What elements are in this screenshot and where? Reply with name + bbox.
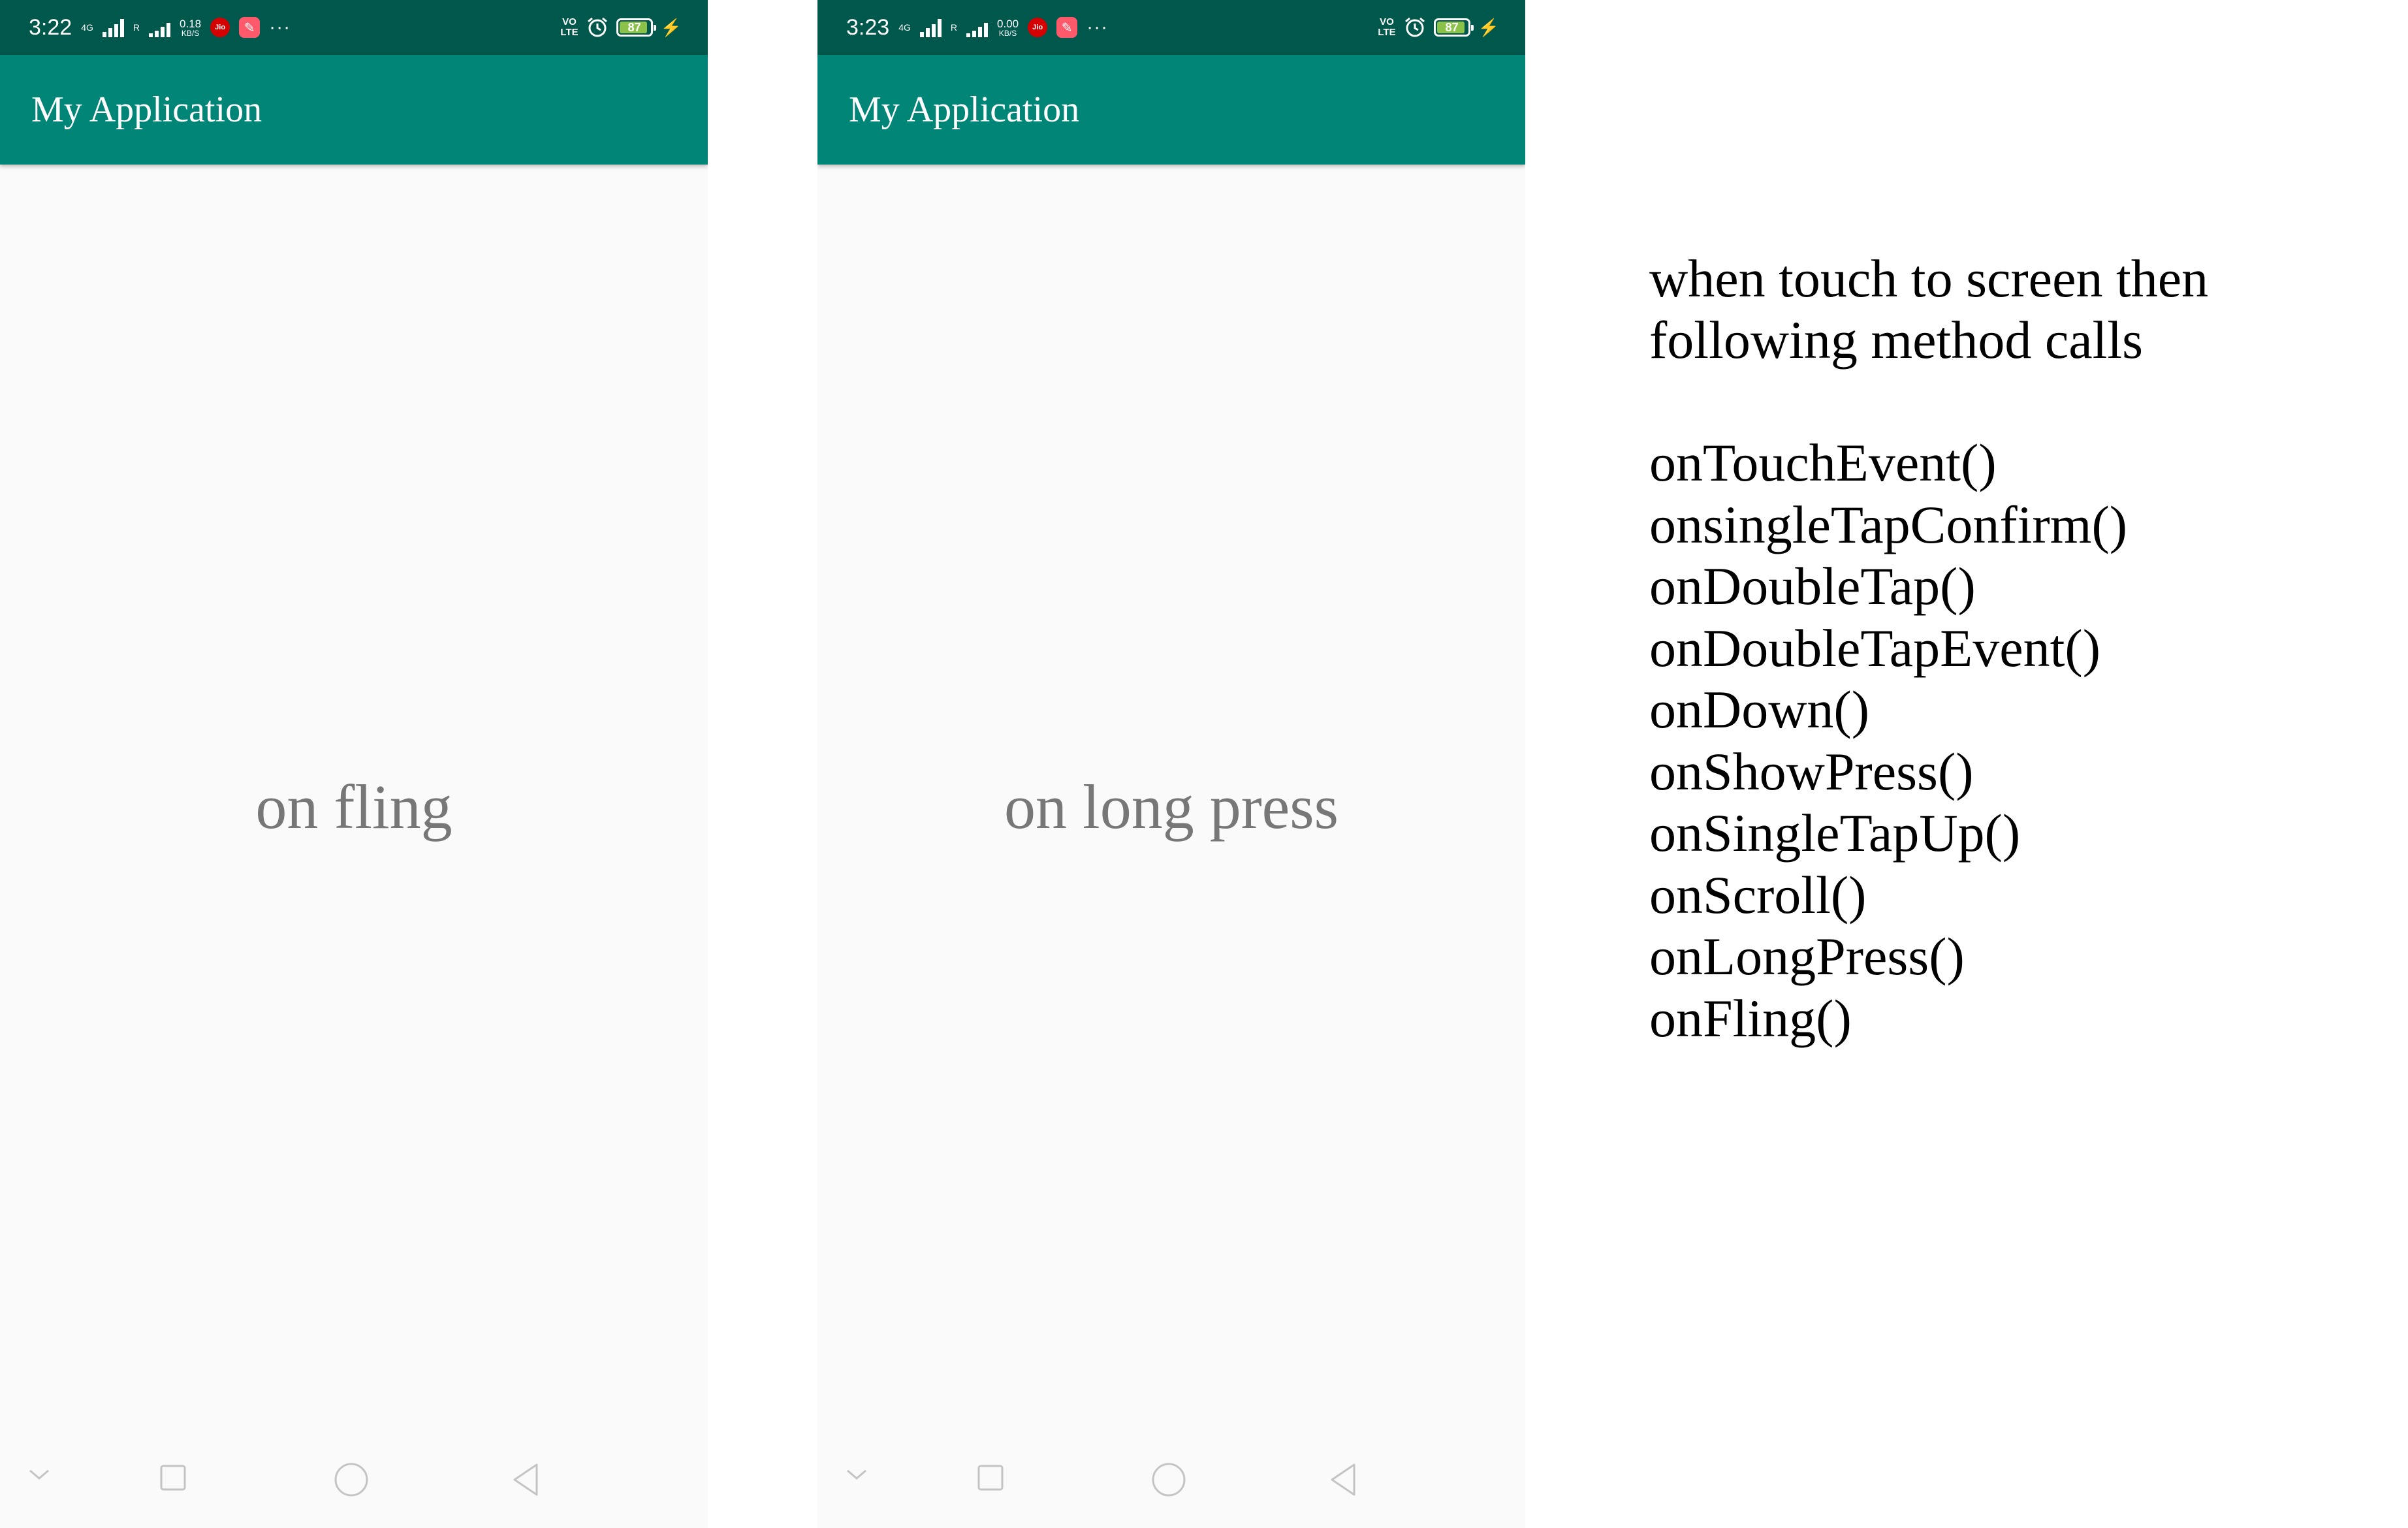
battery-icon: 87: [616, 18, 656, 37]
network-speed: 0.18 KB/S: [180, 18, 201, 37]
battery-level: 87: [1445, 20, 1459, 34]
status-time: 3:22: [29, 14, 72, 40]
volte-icon: VO LTE: [560, 17, 578, 38]
status-bar: 3:23 4G R 0.00 KB/S Jio ✎ ··· VO LTE 87 …: [817, 0, 1525, 55]
network-speed-value: 0.00: [997, 17, 1019, 30]
volte-label-top: VO: [562, 16, 577, 27]
signal-icon-secondary: [149, 18, 170, 37]
method-item: onDown(): [1649, 680, 1870, 739]
alarm-icon: [1404, 17, 1425, 37]
jio-icon: Jio: [1028, 18, 1048, 37]
network-type: 4G: [81, 22, 93, 33]
roaming-indicator: R: [950, 22, 957, 33]
back-triangle-icon[interactable]: [1327, 1461, 1359, 1498]
navigation-bar: [0, 1430, 708, 1528]
signal-icon: [102, 18, 124, 37]
method-item: onDoubleTapEvent(): [1649, 618, 2101, 678]
battery-level: 87: [627, 20, 641, 34]
network-speed: 0.00 KB/S: [997, 18, 1019, 37]
phone-screen-long-press: 3:23 4G R 0.00 KB/S Jio ✎ ··· VO LTE 87 …: [817, 0, 1525, 1528]
gesture-result-text: on long press: [1004, 772, 1339, 842]
method-item: onTouchEvent(): [1649, 433, 1997, 492]
gesture-result-text: on fling: [255, 772, 452, 842]
method-call-notes: when touch to screen then following meth…: [1649, 248, 2381, 1049]
network-speed-unit: KB/S: [181, 28, 200, 38]
app-notification-icon: ✎: [1056, 17, 1078, 38]
signal-icon-secondary: [966, 18, 988, 37]
jio-icon: Jio: [210, 18, 230, 37]
chevron-down-icon[interactable]: [844, 1461, 870, 1488]
chevron-down-icon[interactable]: [26, 1461, 52, 1488]
alarm-icon: [587, 17, 607, 37]
navigation-bar: [817, 1430, 1525, 1528]
app-title: My Application: [31, 89, 262, 130]
network-speed-value: 0.18: [180, 17, 202, 30]
volte-label-top: VO: [1380, 16, 1394, 27]
method-item: onShowPress(): [1649, 741, 1974, 801]
recents-square-icon[interactable]: [974, 1461, 1007, 1494]
notes-heading: when touch to screen then following meth…: [1649, 249, 2209, 370]
volte-icon: VO LTE: [1378, 17, 1395, 38]
method-item: onDoubleTap(): [1649, 556, 1976, 616]
volte-label-bottom: LTE: [1378, 27, 1396, 38]
signal-icon: [919, 18, 942, 37]
method-item: onScroll(): [1649, 865, 1867, 925]
charging-bolt-icon: ⚡: [660, 17, 682, 37]
battery-icon: 87: [1433, 18, 1474, 37]
network-type: 4G: [898, 22, 911, 33]
app-title: My Application: [849, 89, 1080, 130]
app-notification-icon: ✎: [239, 17, 261, 38]
app-bar: My Application: [0, 55, 708, 165]
app-bar: My Application: [817, 55, 1525, 165]
method-item: onFling(): [1649, 988, 1852, 1048]
status-time: 3:23: [846, 14, 890, 40]
roaming-indicator: R: [133, 22, 140, 33]
volte-label-bottom: LTE: [560, 27, 578, 38]
method-item: onsingleTapConfirm(): [1649, 494, 2128, 554]
home-circle-icon[interactable]: [1150, 1461, 1187, 1498]
recents-square-icon[interactable]: [157, 1461, 189, 1494]
method-item: onSingleTapUp(): [1649, 803, 2021, 863]
network-speed-unit: KB/S: [998, 28, 1017, 38]
more-notifications-icon: ···: [1086, 16, 1109, 38]
more-notifications-icon: ···: [269, 16, 291, 38]
method-item: onLongPress(): [1649, 927, 1965, 986]
home-circle-icon[interactable]: [333, 1461, 370, 1498]
method-list: onTouchEvent() onsingleTapConfirm() onDo…: [1649, 432, 2381, 1049]
phone-screen-fling: 3:22 4G R 0.18 KB/S Jio ✎ ··· VO LTE 87 …: [0, 0, 708, 1528]
charging-bolt-icon: ⚡: [1478, 17, 1499, 37]
back-triangle-icon[interactable]: [509, 1461, 542, 1498]
status-bar: 3:22 4G R 0.18 KB/S Jio ✎ ··· VO LTE 87 …: [0, 0, 708, 55]
